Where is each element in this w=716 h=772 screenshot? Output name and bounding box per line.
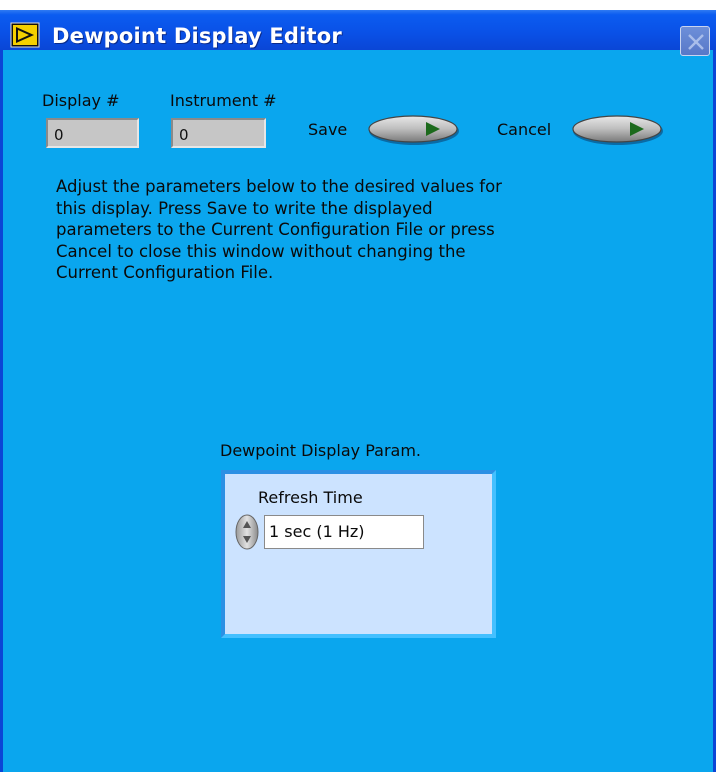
save-label: Save — [308, 120, 348, 139]
instructions-text: Adjust the parameters below to the desir… — [56, 177, 502, 282]
close-button[interactable] — [680, 26, 710, 56]
refresh-time-label: Refresh Time — [258, 488, 363, 507]
cluster-label: Dewpoint Display Param. — [220, 441, 421, 460]
display-number-field[interactable]: 0 — [46, 118, 139, 148]
instrument-number-field[interactable]: 0 — [171, 118, 266, 148]
refresh-time-stepper[interactable] — [234, 514, 260, 550]
instrument-number-label: Instrument # — [170, 91, 277, 110]
display-number-label: Display # — [42, 91, 120, 110]
title-bar[interactable]: Dewpoint Display Editor — [0, 0, 716, 56]
cancel-label: Cancel — [497, 120, 552, 139]
refresh-time-value[interactable]: 1 sec (1 Hz) — [264, 515, 424, 549]
labview-run-arrow-icon — [10, 22, 40, 48]
close-x-icon — [688, 34, 704, 50]
cancel-button[interactable] — [572, 114, 664, 146]
window-title: Dewpoint Display Editor — [52, 24, 342, 48]
save-button[interactable] — [368, 114, 460, 146]
